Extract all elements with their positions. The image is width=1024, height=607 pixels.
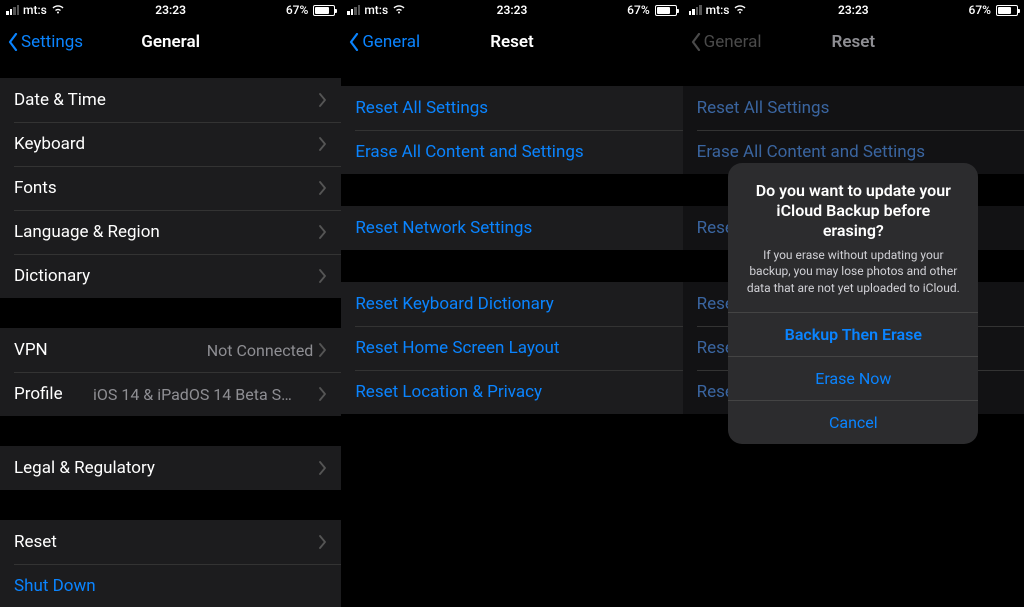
row-fonts[interactable]: Fonts <box>0 166 341 210</box>
page-title: Reset <box>490 32 534 52</box>
back-button[interactable]: Settings <box>8 32 83 52</box>
row-date-time[interactable]: Date & Time <box>0 78 341 122</box>
battery-icon <box>313 5 335 16</box>
row-reset[interactable]: Reset <box>0 520 341 564</box>
row-profile[interactable]: ProfileiOS 14 & iPadOS 14 Beta Softwar..… <box>0 372 341 416</box>
nav-bar: General Reset <box>341 20 682 64</box>
row-language-region[interactable]: Language & Region <box>0 210 341 254</box>
alert-cancel-button[interactable]: Cancel <box>728 400 978 444</box>
chevron-right-icon <box>319 535 327 549</box>
chevron-right-icon <box>319 137 327 151</box>
phone-reset: mt:s 23:23 67% General Reset Reset All S… <box>341 0 682 607</box>
row-vpn[interactable]: VPNNot Connected <box>0 328 341 372</box>
chevron-right-icon <box>319 343 327 357</box>
clock-label: 23:23 <box>155 3 186 17</box>
battery-icon <box>655 5 677 16</box>
chevron-right-icon <box>319 387 327 401</box>
chevron-right-icon <box>319 93 327 107</box>
row-erase-all[interactable]: Erase All Content and Settings <box>341 130 682 174</box>
row-reset-network[interactable]: Reset Network Settings <box>341 206 682 250</box>
page-title: General <box>141 32 200 52</box>
modal-overlay: Do you want to update your iCloud Backup… <box>683 0 1024 607</box>
chevron-left-icon <box>8 33 18 51</box>
chevron-right-icon <box>319 181 327 195</box>
alert-backup-then-erase-button[interactable]: Backup Then Erase <box>728 312 978 356</box>
row-reset-all[interactable]: Reset All Settings <box>341 86 682 130</box>
back-button[interactable]: General <box>349 32 420 52</box>
signal-icon <box>347 5 360 15</box>
chevron-right-icon <box>319 225 327 239</box>
back-label: General <box>362 32 420 52</box>
row-legal[interactable]: Legal & Regulatory <box>0 446 341 490</box>
row-keyboard[interactable]: Keyboard <box>0 122 341 166</box>
chevron-right-icon <box>319 461 327 475</box>
battery-pct-label: 67% <box>286 3 308 17</box>
status-bar: mt:s 23:23 67% <box>341 0 682 20</box>
phone-general: mt:s 23:23 67% Settings General Date & T… <box>0 0 341 607</box>
signal-icon <box>6 5 19 15</box>
row-reset-location-privacy[interactable]: Reset Location & Privacy <box>341 370 682 414</box>
clock-label: 23:23 <box>497 3 528 17</box>
back-label: Settings <box>21 32 83 52</box>
row-reset-home-layout[interactable]: Reset Home Screen Layout <box>341 326 682 370</box>
alert-dialog: Do you want to update your iCloud Backup… <box>728 163 978 444</box>
wifi-icon <box>392 4 406 17</box>
row-reset-keyboard-dict[interactable]: Reset Keyboard Dictionary <box>341 282 682 326</box>
alert-erase-now-button[interactable]: Erase Now <box>728 356 978 400</box>
chevron-right-icon <box>319 269 327 283</box>
nav-bar: Settings General <box>0 20 341 64</box>
alert-message: If you erase without updating your backu… <box>744 247 962 296</box>
battery-pct-label: 67% <box>627 3 649 17</box>
wifi-icon <box>51 4 65 17</box>
carrier-label: mt:s <box>364 3 388 17</box>
vpn-status: Not Connected <box>207 341 314 360</box>
phone-reset-alert: mt:s 23:23 67% General Reset Reset All S… <box>683 0 1024 607</box>
carrier-label: mt:s <box>23 3 47 17</box>
chevron-left-icon <box>349 33 359 51</box>
reset-list: Reset All Settings Erase All Content and… <box>341 86 682 414</box>
alert-title: Do you want to update your iCloud Backup… <box>744 181 962 241</box>
status-bar: mt:s 23:23 67% <box>0 0 341 20</box>
profile-value: iOS 14 & iPadOS 14 Beta Softwar... <box>93 385 293 404</box>
row-shutdown[interactable]: Shut Down <box>0 564 341 607</box>
row-dictionary[interactable]: Dictionary <box>0 254 341 298</box>
settings-list: Date & Time Keyboard Fonts Language & Re… <box>0 78 341 607</box>
